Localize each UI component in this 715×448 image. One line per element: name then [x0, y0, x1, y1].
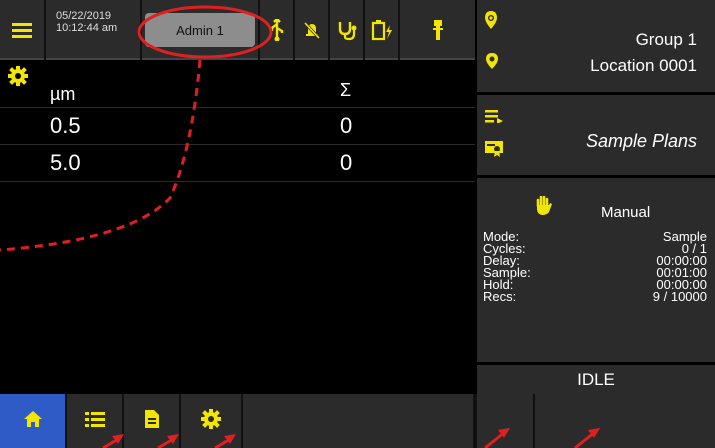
- location-name: Location 0001: [590, 56, 697, 75]
- particle-size: 5.0: [50, 150, 81, 175]
- table-row[interactable]: 0.5 0: [0, 109, 475, 145]
- group-pin-icon: [483, 10, 499, 35]
- stethoscope-icon: [336, 19, 358, 41]
- data-list-button[interactable]: [67, 394, 124, 448]
- time-text: 10:12:44 am: [56, 22, 118, 34]
- plan-list-icon: [485, 109, 503, 128]
- soft-key-left[interactable]: [475, 394, 535, 448]
- list-icon: [84, 411, 105, 432]
- status-value: 9 / 10000: [652, 289, 707, 304]
- table-header: µm Σ: [0, 62, 475, 108]
- mode-name: Manual: [601, 204, 651, 221]
- sampling-status-panel[interactable]: Manual Mode: Sample Cycles: 0 / 1 Delay:…: [477, 178, 715, 362]
- hand-icon: [535, 195, 553, 221]
- group-name: Group 1: [635, 30, 697, 49]
- date-time-display: 05/22/2019 10:12:44 am: [46, 0, 142, 60]
- battery-charging-icon: [371, 19, 393, 41]
- date-text: 05/22/2019: [56, 10, 112, 22]
- user-button[interactable]: Admin 1: [142, 0, 260, 60]
- run-state-button[interactable]: IDLE: [477, 365, 715, 394]
- alarm-off-icon: [302, 20, 322, 40]
- soft-key-right[interactable]: [535, 394, 715, 448]
- battery-status[interactable]: [365, 0, 400, 60]
- menu-icon: [12, 22, 32, 38]
- particle-size: 0.5: [50, 113, 81, 138]
- user-label: Admin 1: [145, 13, 255, 47]
- sample-plans-panel[interactable]: Sample Plans: [477, 95, 715, 175]
- bottom-nav: [0, 394, 715, 448]
- sample-plans-label: Sample Plans: [585, 131, 697, 151]
- size-column-header: µm: [50, 84, 76, 104]
- probe-icon: [432, 19, 444, 41]
- run-state-label: IDLE: [577, 369, 615, 389]
- table-row[interactable]: 5.0 0: [0, 146, 475, 182]
- home-icon: [23, 410, 43, 433]
- settings-gear-icon[interactable]: [8, 66, 28, 91]
- reports-button[interactable]: [124, 394, 181, 448]
- status-bar: 05/22/2019 10:12:44 am Admin 1: [0, 0, 475, 60]
- particle-count-table: µm Σ 0.5 0 5.0 0: [0, 62, 475, 394]
- particle-count: 0: [340, 113, 353, 138]
- location-panel[interactable]: Group 1 Location 0001: [477, 0, 715, 92]
- status-key: Recs:: [483, 289, 517, 304]
- sum-column-header: Σ: [340, 80, 352, 100]
- document-icon: [144, 409, 160, 434]
- probe-status[interactable]: [400, 0, 475, 60]
- home-button[interactable]: [0, 394, 67, 448]
- empty-nav-slot: [243, 394, 475, 448]
- alarm-status[interactable]: [295, 0, 330, 60]
- location-pin-icon: [485, 52, 499, 75]
- usb-status[interactable]: [260, 0, 295, 60]
- service-status[interactable]: [330, 0, 365, 60]
- gear-icon: [201, 408, 221, 434]
- usb-icon: [268, 19, 286, 41]
- menu-button[interactable]: [0, 0, 46, 60]
- settings-button[interactable]: [181, 394, 243, 448]
- instrument-screen: 05/22/2019 10:12:44 am Admin 1 µm Σ 0.5 …: [0, 0, 715, 448]
- right-panel: Group 1 Location 0001 Sample Plans Manua…: [475, 0, 715, 394]
- particle-count: 0: [340, 150, 353, 175]
- certificate-icon: [485, 141, 503, 162]
